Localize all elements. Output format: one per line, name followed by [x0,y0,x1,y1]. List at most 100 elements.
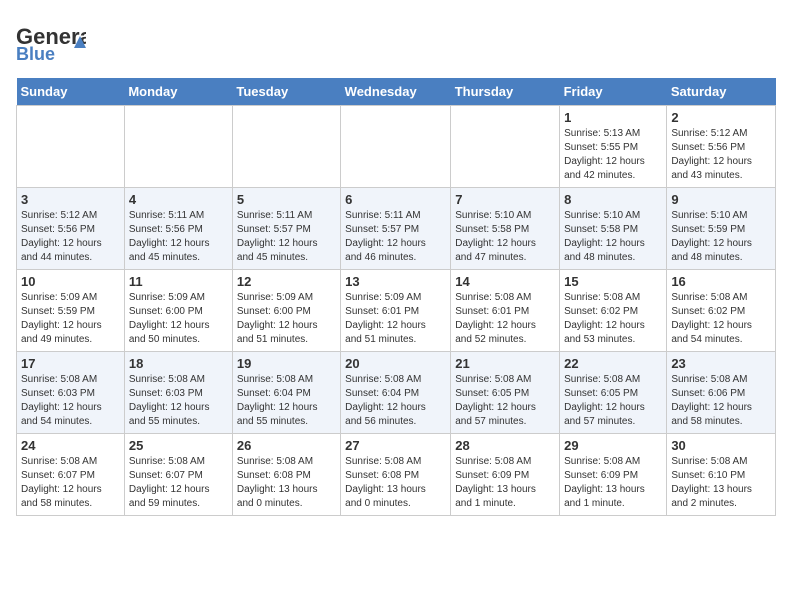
day-number: 19 [237,356,336,371]
calendar-cell: 16 Sunrise: 5:08 AMSunset: 6:02 PMDayligh… [667,270,776,352]
day-info: Sunrise: 5:12 AMSunset: 5:56 PMDaylight:… [21,209,120,265]
day-info: Sunrise: 5:11 AMSunset: 5:57 PMDaylight:… [345,209,446,265]
calendar-cell [232,106,340,188]
day-info: Sunrise: 5:13 AMSunset: 5:55 PMDaylight:… [564,127,662,183]
day-number: 7 [455,192,555,207]
calendar-cell: 15Sunrise: 5:08 AMSunset: 6:02 PMDayligh… [560,270,667,352]
svg-text:Blue: Blue [16,44,55,64]
day-info: Sunrise: 5:08 AMSunset: 6:08 PMDaylight:… [237,455,336,511]
day-header: Tuesday [232,78,340,106]
day-info: Sunrise: 5:08 AMSunset: 6:04 PMDaylight:… [345,373,446,429]
day-number: 6 [345,192,446,207]
day-header: Monday [124,78,232,106]
day-number: 29 [564,438,662,453]
day-info: Sunrise: 5:08 AMSunset: 6:07 PMDaylight:… [21,455,120,511]
day-info: Sunrise: 5:08 AMSunset: 6:02 PMDaylight:… [671,291,771,347]
day-number: 10 [21,274,120,289]
day-number: 1 [564,110,662,125]
calendar-cell: 18 Sunrise: 5:08 AMSunset: 6:03 PMDayligh… [124,352,232,434]
day-number: 11 [129,274,228,289]
calendar-cell [451,106,560,188]
calendar-cell: 30 Sunrise: 5:08 AMSunset: 6:10 PMDayligh… [667,434,776,516]
day-number: 3 [21,192,120,207]
day-info: Sunrise: 5:08 AMSunset: 6:06 PMDaylight:… [671,373,771,429]
day-number: 9 [671,192,771,207]
day-info: Sunrise: 5:09 AMSunset: 6:01 PMDaylight:… [345,291,446,347]
calendar-cell: 4Sunrise: 5:11 AMSunset: 5:56 PMDaylight… [124,188,232,270]
calendar-cell: 3 Sunrise: 5:12 AMSunset: 5:56 PMDaylight… [17,188,125,270]
day-number: 26 [237,438,336,453]
day-header: Sunday [17,78,125,106]
calendar-cell: 20 Sunrise: 5:08 AMSunset: 6:04 PMDayligh… [341,352,451,434]
calendar-cell: 23 Sunrise: 5:08 AMSunset: 6:06 PMDayligh… [667,352,776,434]
calendar-cell: 9 Sunrise: 5:10 AMSunset: 5:59 PMDaylight… [667,188,776,270]
calendar-cell [17,106,125,188]
day-number: 17 [21,356,120,371]
day-number: 13 [345,274,446,289]
day-info: Sunrise: 5:10 AMSunset: 5:58 PMDaylight:… [564,209,662,265]
day-number: 8 [564,192,662,207]
calendar-cell: 27 Sunrise: 5:08 AMSunset: 6:08 PMDayligh… [341,434,451,516]
day-number: 16 [671,274,771,289]
day-info: Sunrise: 5:10 AMSunset: 5:58 PMDaylight:… [455,209,555,265]
day-info: Sunrise: 5:08 AMSunset: 6:10 PMDaylight:… [671,455,771,511]
day-info: Sunrise: 5:09 AMSunset: 6:00 PMDaylight:… [129,291,228,347]
day-header: Wednesday [341,78,451,106]
calendar-cell: 21 Sunrise: 5:08 AMSunset: 6:05 PMDayligh… [451,352,560,434]
calendar-cell: 8 Sunrise: 5:10 AMSunset: 5:58 PMDaylight… [560,188,667,270]
day-number: 20 [345,356,446,371]
calendar-cell: 25 Sunrise: 5:08 AMSunset: 6:07 PMDayligh… [124,434,232,516]
day-header: Saturday [667,78,776,106]
calendar-cell: 14 Sunrise: 5:08 AMSunset: 6:01 PMDayligh… [451,270,560,352]
day-number: 28 [455,438,555,453]
calendar-cell: 17 Sunrise: 5:08 AMSunset: 6:03 PMDayligh… [17,352,125,434]
day-info: Sunrise: 5:08 AMSunset: 6:03 PMDaylight:… [21,373,120,429]
day-info: Sunrise: 5:08 AMSunset: 6:05 PMDaylight:… [564,373,662,429]
day-info: Sunrise: 5:11 AMSunset: 5:57 PMDaylight:… [237,209,336,265]
calendar-cell: 2Sunrise: 5:12 AMSunset: 5:56 PMDaylight… [667,106,776,188]
day-number: 21 [455,356,555,371]
day-number: 14 [455,274,555,289]
day-number: 4 [129,192,228,207]
calendar-cell [124,106,232,188]
day-info: Sunrise: 5:08 AMSunset: 6:07 PMDaylight:… [129,455,228,511]
day-number: 23 [671,356,771,371]
logo: General Blue [16,16,86,66]
calendar-cell: 28 Sunrise: 5:08 AMSunset: 6:09 PMDayligh… [451,434,560,516]
day-info: Sunrise: 5:08 AMSunset: 6:09 PMDaylight:… [455,455,555,511]
calendar-cell: 29 Sunrise: 5:08 AMSunset: 6:09 PMDayligh… [560,434,667,516]
day-number: 30 [671,438,771,453]
day-info: Sunrise: 5:08 AMSunset: 6:09 PMDaylight:… [564,455,662,511]
day-info: Sunrise: 5:08 AMSunset: 6:08 PMDaylight:… [345,455,446,511]
page-header: General Blue [16,16,776,66]
day-info: Sunrise: 5:08 AMSunset: 6:04 PMDaylight:… [237,373,336,429]
day-info: Sunrise: 5:10 AMSunset: 5:59 PMDaylight:… [671,209,771,265]
day-header: Friday [560,78,667,106]
calendar-table: SundayMondayTuesdayWednesdayThursdayFrid… [16,78,776,516]
calendar-cell: 10 Sunrise: 5:09 AMSunset: 5:59 PMDayligh… [17,270,125,352]
calendar-cell: 13 Sunrise: 5:09 AMSunset: 6:01 PMDayligh… [341,270,451,352]
day-number: 24 [21,438,120,453]
day-number: 5 [237,192,336,207]
calendar-cell: 7 Sunrise: 5:10 AMSunset: 5:58 PMDaylight… [451,188,560,270]
day-number: 15 [564,274,662,289]
calendar-cell: 12Sunrise: 5:09 AMSunset: 6:00 PMDayligh… [232,270,340,352]
calendar-cell: 22 Sunrise: 5:08 AMSunset: 6:05 PMDayligh… [560,352,667,434]
day-info: Sunrise: 5:08 AMSunset: 6:01 PMDaylight:… [455,291,555,347]
calendar-cell: 26 Sunrise: 5:08 AMSunset: 6:08 PMDayligh… [232,434,340,516]
calendar-cell: 11 Sunrise: 5:09 AMSunset: 6:00 PMDayligh… [124,270,232,352]
calendar-cell: 24 Sunrise: 5:08 AMSunset: 6:07 PMDayligh… [17,434,125,516]
day-number: 27 [345,438,446,453]
day-number: 12 [237,274,336,289]
day-number: 22 [564,356,662,371]
day-number: 18 [129,356,228,371]
day-number: 2 [671,110,771,125]
calendar-cell: 6 Sunrise: 5:11 AMSunset: 5:57 PMDaylight… [341,188,451,270]
calendar-cell [341,106,451,188]
day-info: Sunrise: 5:08 AMSunset: 6:05 PMDaylight:… [455,373,555,429]
day-number: 25 [129,438,228,453]
day-info: Sunrise: 5:09 AMSunset: 5:59 PMDaylight:… [21,291,120,347]
day-info: Sunrise: 5:08 AMSunset: 6:03 PMDaylight:… [129,373,228,429]
calendar-cell: 19 Sunrise: 5:08 AMSunset: 6:04 PMDayligh… [232,352,340,434]
day-header: Thursday [451,78,560,106]
